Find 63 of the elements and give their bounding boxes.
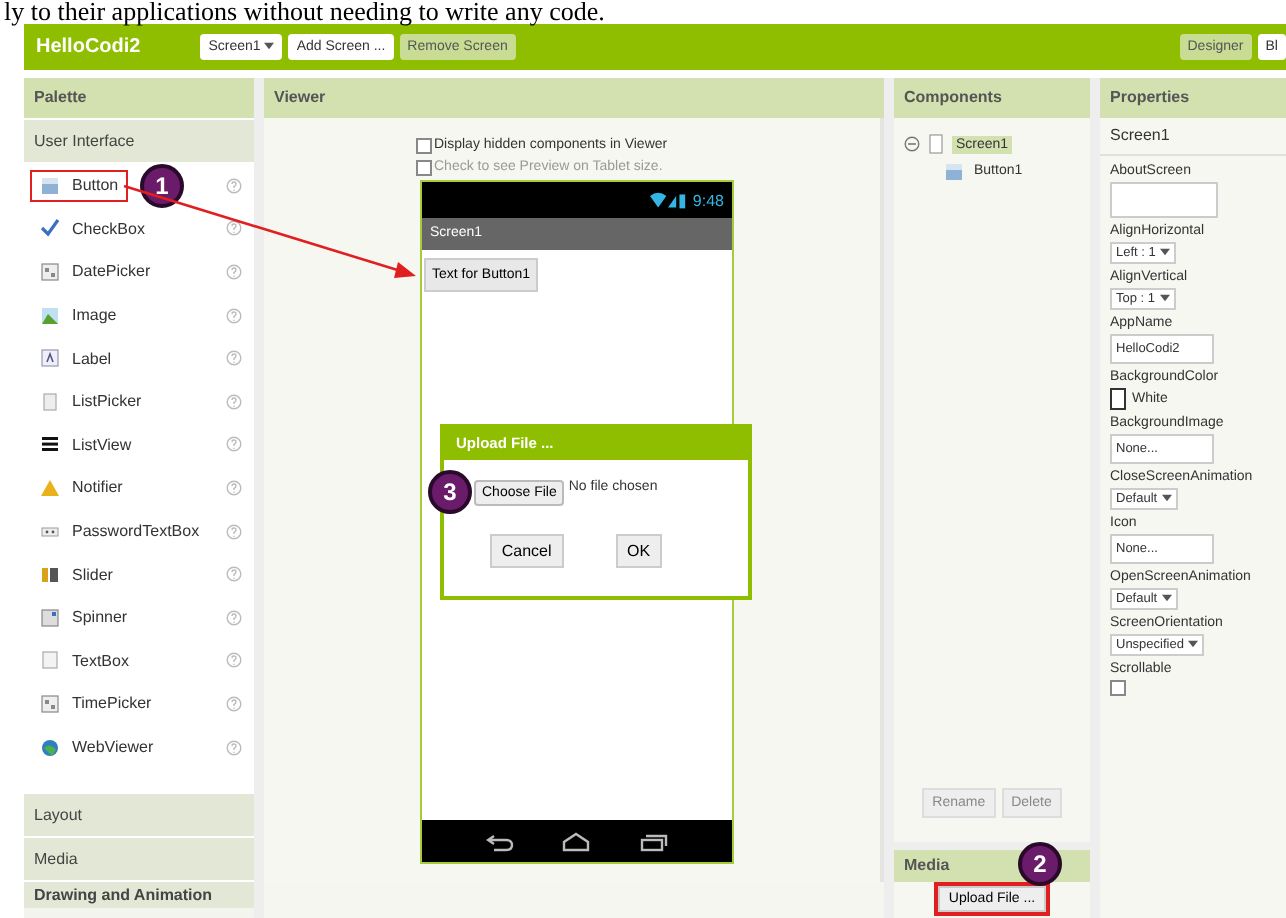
palette-item[interactable]: Slider [30,558,123,591]
palette-item[interactable]: Button [30,169,129,202]
palette-item[interactable]: TextBox [30,644,139,677]
list-icon [40,391,60,412]
caret-icon [1187,640,1198,648]
palette-item[interactable]: Notifier [30,471,133,504]
callout-number: 3 [428,470,472,514]
checkbox[interactable] [416,137,432,153]
caret-icon [1161,494,1172,502]
calendar-icon [40,261,60,282]
image-icon [40,305,60,326]
dialog-button[interactable]: Cancel [489,534,564,568]
palette-item[interactable]: WebViewer [30,731,164,764]
checkbox[interactable] [1110,680,1126,696]
caret-icon [264,42,275,50]
panel-heading: Properties [1100,78,1286,118]
text-area[interactable] [1110,182,1218,218]
warning-icon [40,477,60,498]
back-icon [486,831,515,851]
palette-item[interactable]: DatePicker [30,255,161,288]
dialog-button[interactable]: OK [615,534,663,568]
callout-number: 2 [1018,842,1062,886]
panel-heading: Components [894,78,1090,118]
palette-item[interactable]: Image [30,299,127,332]
collapse-icon[interactable] [904,136,920,152]
palette-item[interactable]: CheckBox [30,212,155,245]
color-swatch[interactable] [1110,388,1126,410]
palette-section[interactable]: Media [24,836,254,881]
panel-heading: Palette [24,78,254,118]
callout-number: 1 [140,164,184,208]
help-icon[interactable] [226,220,242,237]
palette-section[interactable]: User Interface [24,118,254,162]
palette-item[interactable]: ListPicker [30,385,152,418]
list-lines-icon [40,434,60,455]
recent-apps-icon [639,831,668,851]
panel-heading: Viewer [264,78,884,118]
globe-icon [40,737,60,758]
signal-battery-icon [650,191,687,209]
app-name: HelloCodi2 [36,36,141,58]
textbox-icon [40,650,60,671]
palette-item[interactable]: TimePicker [30,687,162,720]
screen-icon [926,134,946,154]
checkmark-icon [40,218,60,239]
caret-icon [1159,248,1170,256]
palette-section[interactable]: Layout [24,792,254,837]
palette-item[interactable]: Label [30,342,122,375]
button-icon [40,175,60,196]
caret-icon [1159,294,1170,302]
selected-component: Screen1 [1100,118,1286,156]
home-icon [562,831,591,851]
slider-icon [40,564,60,585]
palette-item[interactable]: PasswordTextBox [30,515,210,548]
palette-item[interactable]: ListView [30,428,142,461]
caret-icon [1161,594,1172,602]
palette-item[interactable]: Spinner [30,601,138,634]
label-icon [40,348,60,369]
palette-section[interactable]: Drawing and Animation [24,880,254,909]
clock-text: 9:48 [692,191,724,209]
password-icon [40,521,60,542]
spinner-icon [40,607,60,628]
calendar-icon [40,693,60,714]
caption-text: ly to their applications without needing to write any code. [2,0,607,24]
button-icon [944,161,964,181]
